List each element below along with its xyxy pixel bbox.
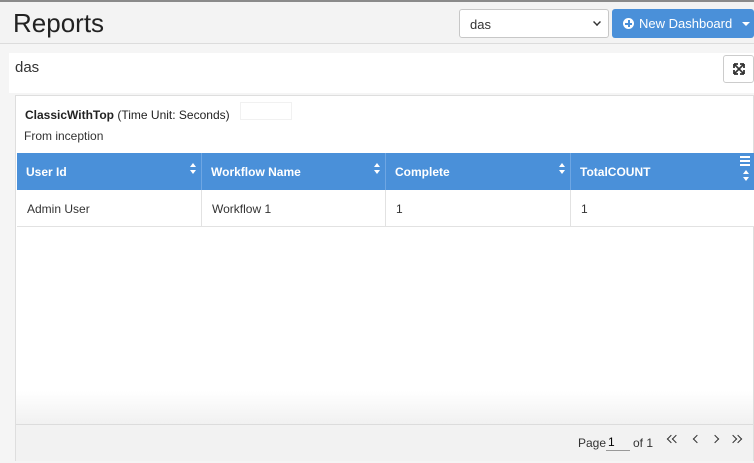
column-header-label: Workflow Name — [211, 165, 301, 179]
column-header-complete[interactable]: Complete — [386, 153, 571, 190]
next-page-button[interactable] — [710, 432, 724, 448]
expand-button[interactable] — [723, 55, 754, 83]
dashboard-name: das — [15, 59, 40, 76]
widget-title: ClassicWithTop (Time Unit: Seconds) — [25, 108, 230, 122]
last-page-button[interactable] — [728, 432, 744, 448]
page-label: Page — [578, 436, 607, 450]
report-widget: ClassicWithTop (Time Unit: Seconds) From… — [15, 95, 754, 461]
first-page-button[interactable] — [666, 432, 681, 448]
caret-down-icon — [742, 22, 750, 26]
top-bar: Reports das New Dashboard — [0, 0, 754, 44]
new-dashboard-label: New Dashboard — [639, 16, 733, 31]
column-header-label: TotalCOUNT — [580, 165, 651, 179]
column-header-totalcount[interactable]: TotalCOUNT — [571, 153, 754, 190]
sort-icon[interactable] — [559, 163, 565, 177]
widget-title-unit: (Time Unit: Seconds) — [117, 108, 230, 122]
sort-icon[interactable] — [374, 163, 380, 177]
cell-complete: 1 — [386, 190, 571, 227]
cell-totalcount: 1 — [581, 202, 588, 216]
sort-icon[interactable] — [743, 170, 749, 184]
cell-workflow-name: Workflow 1 — [202, 190, 386, 227]
table-row[interactable]: Admin User Workflow 1 1 1 — [17, 190, 754, 227]
widget-title-blank — [240, 102, 292, 120]
prev-page-icon — [692, 434, 702, 444]
widget-title-name: ClassicWithTop — [25, 108, 115, 122]
dashboard-header: das — [9, 53, 754, 93]
grid-header: User Id Workflow Name Complete TotalCOUN… — [17, 153, 754, 190]
column-header-label: User Id — [26, 165, 67, 179]
dashboard-select-value: das — [470, 17, 491, 32]
dashboard-select[interactable]: das — [459, 9, 609, 38]
chevron-down-icon — [593, 18, 601, 26]
grid-empty-area — [16, 391, 753, 426]
sort-icon[interactable] — [190, 163, 196, 177]
column-header-user-id[interactable]: User Id — [17, 153, 202, 190]
page-title: Reports — [13, 8, 105, 38]
new-dashboard-dropdown-toggle[interactable] — [740, 9, 754, 38]
prev-page-button[interactable] — [690, 432, 704, 448]
plus-circle-icon — [623, 18, 634, 29]
next-page-icon — [710, 434, 720, 444]
pager: Page of 1 — [16, 424, 753, 461]
expand-icon — [733, 63, 745, 75]
column-header-workflow-name[interactable]: Workflow Name — [202, 153, 386, 190]
column-header-label: Complete — [395, 165, 450, 179]
cell-user-id: Admin User — [17, 190, 202, 227]
page-number-input[interactable] — [606, 433, 630, 451]
page-total-label: of 1 — [633, 436, 654, 450]
widget-subtitle: From inception — [24, 129, 104, 143]
new-dashboard-button[interactable]: New Dashboard — [612, 9, 754, 38]
